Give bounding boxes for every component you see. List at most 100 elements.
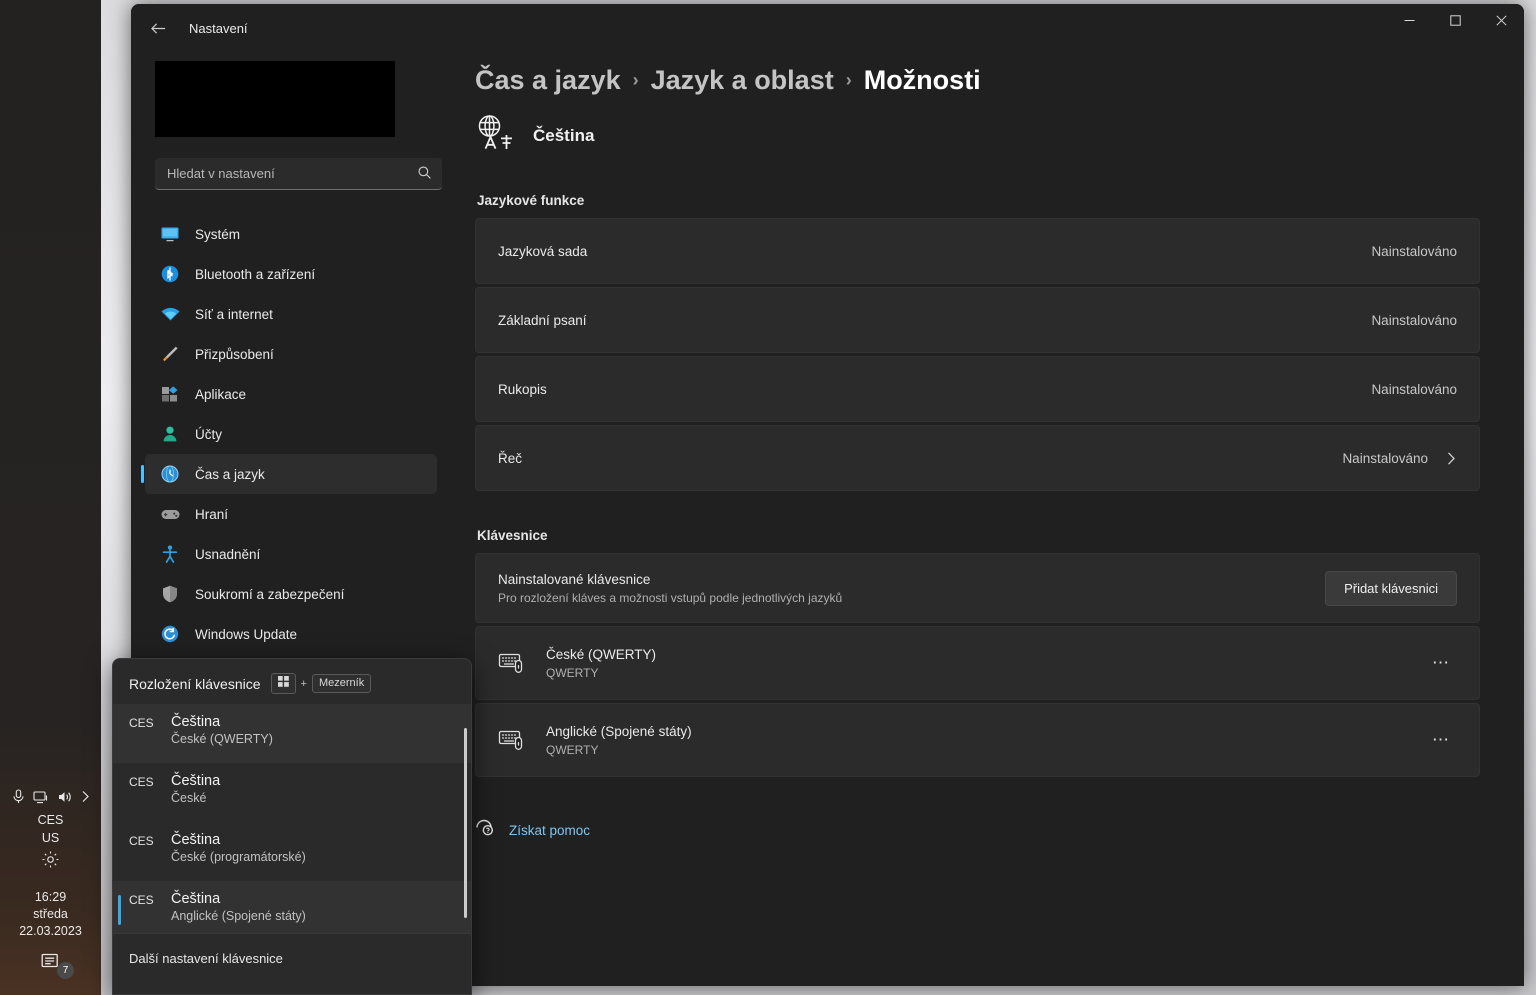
keyboard-layout: QWERTY [546, 743, 1425, 757]
display-icon[interactable] [33, 790, 49, 804]
option-language-code: CES [129, 714, 157, 730]
system-icon [159, 223, 181, 245]
keyboard-text: České (QWERTY) QWERTY [546, 647, 1425, 680]
keyboard-shortcut-hint: + Mezerník [271, 673, 372, 694]
sidebar-item-bluetooth[interactable]: Bluetooth a zařízení [145, 254, 437, 294]
bluetooth-icon [159, 263, 181, 285]
add-keyboard-button[interactable]: Přidat klávesnici [1325, 571, 1457, 606]
option-name: Čeština [171, 714, 273, 730]
keyboard-more-options-button[interactable]: ⋯ [1425, 725, 1457, 755]
flyout-scrollbar[interactable] [464, 728, 467, 918]
feature-status: Nainstalováno [1371, 313, 1457, 328]
tray-date[interactable]: 22.03.2023 [0, 923, 101, 939]
option-layout: České (QWERTY) [171, 732, 273, 746]
accessibility-icon [159, 543, 181, 565]
feature-label: Jazyková sada [498, 244, 1371, 259]
tray-language-code[interactable]: CES [0, 812, 101, 828]
keyboard-option-english-us[interactable]: CES Čeština Anglické (Spojené státy) [113, 881, 471, 933]
clock-globe-icon [159, 463, 181, 485]
keyboard-row-english-us: Anglické (Spojené státy) QWERTY ⋯ [475, 703, 1480, 777]
language-header: Čeština [475, 114, 1480, 157]
keyboard-name: České (QWERTY) [546, 647, 1425, 662]
breadcrumb-item-time-language[interactable]: Čas a jazyk [475, 65, 621, 96]
option-language-code: CES [129, 832, 157, 848]
option-layout: České (programátorské) [171, 850, 306, 864]
maximize-button[interactable] [1432, 4, 1478, 37]
gamepad-icon [159, 503, 181, 525]
plus-sign: + [301, 678, 307, 690]
keyboard-option-czech[interactable]: CES Čeština České [113, 763, 471, 822]
apps-icon [159, 383, 181, 405]
feature-row-language-pack: Jazyková sada Nainstalováno [475, 218, 1480, 284]
sidebar-item-time-language[interactable]: Čas a jazyk [145, 454, 437, 494]
notifications-icon[interactable] [0, 952, 101, 971]
feature-row-basic-typing: Základní psaní Nainstalováno [475, 287, 1480, 353]
keyboard-layout: QWERTY [546, 666, 1425, 680]
section-title-keyboards: Klávesnice [477, 528, 1480, 543]
more-keyboard-settings-link[interactable]: Další nastavení klávesnice [113, 933, 471, 991]
volume-icon[interactable] [57, 790, 73, 804]
minimize-button[interactable] [1386, 4, 1432, 37]
back-button[interactable] [141, 11, 175, 45]
installed-keyboards-subtitle: Pro rozložení kláves a možnosti vstupů p… [498, 591, 1325, 605]
get-help-link[interactable]: Získat pomoc [475, 818, 590, 842]
search-input[interactable] [155, 158, 442, 190]
update-icon [159, 623, 181, 645]
shield-icon [159, 583, 181, 605]
window-title: Nastavení [189, 21, 248, 36]
sidebar-item-label: Systém [195, 227, 240, 242]
microphone-icon[interactable] [12, 789, 25, 804]
user-profile-block[interactable] [155, 61, 395, 137]
feature-row-speech[interactable]: Řeč Nainstalováno [475, 425, 1480, 491]
help-icon [475, 818, 495, 842]
search-box [155, 158, 442, 190]
sidebar-item-label: Aplikace [195, 387, 246, 402]
close-button[interactable] [1478, 4, 1524, 37]
sidebar-item-gaming[interactable]: Hraní [145, 494, 437, 534]
keyboard-text: Anglické (Spojené státy) QWERTY [546, 724, 1425, 757]
feature-status: Nainstalováno [1371, 382, 1457, 397]
option-name: Čeština [171, 891, 306, 907]
notification-badge: 7 [57, 962, 74, 979]
breadcrumb-item-options: Možnosti [864, 65, 981, 96]
installed-keyboards-title: Nainstalované klávesnice [498, 572, 1325, 587]
account-icon [159, 423, 181, 445]
chevron-right-icon [1446, 451, 1457, 466]
keyboard-icon [498, 651, 528, 675]
tray-keyboard-code[interactable]: US [0, 830, 101, 846]
breadcrumb-item-language-region[interactable]: Jazyk a oblast [651, 65, 834, 96]
sidebar-item-apps[interactable]: Aplikace [145, 374, 437, 414]
section-title-language-features: Jazykové funkce [477, 193, 1480, 208]
chevron-right-icon[interactable] [81, 790, 90, 803]
title-bar: Nastavení [131, 4, 1524, 52]
installed-keyboards-text: Nainstalované klávesnice Pro rozložení k… [498, 572, 1325, 605]
breadcrumb: Čas a jazyk › Jazyk a oblast › Možnosti [475, 65, 1480, 96]
sidebar-item-system[interactable]: Systém [145, 214, 437, 254]
option-language-code: CES [129, 891, 157, 907]
sidebar-item-windows-update[interactable]: Windows Update [145, 614, 437, 654]
get-help-label: Získat pomoc [509, 823, 590, 838]
sidebar-item-label: Windows Update [195, 627, 297, 642]
option-name: Čeština [171, 832, 306, 848]
keyboard-more-options-button[interactable]: ⋯ [1425, 648, 1457, 678]
feature-status: Nainstalováno [1371, 244, 1457, 259]
sidebar-item-accounts[interactable]: Účty [145, 414, 437, 454]
keyboard-flyout-title: Rozložení klávesnice [129, 676, 261, 692]
option-language-code: CES [129, 773, 157, 789]
keyboard-option-czech-qwerty[interactable]: CES Čeština České (QWERTY) [113, 704, 471, 763]
keyboard-option-czech-programmers[interactable]: CES Čeština České (programátorské) [113, 822, 471, 881]
sidebar-item-network[interactable]: Síť a internet [145, 294, 437, 334]
installed-keyboards-row: Nainstalované klávesnice Pro rozložení k… [475, 553, 1480, 623]
tray-day[interactable]: středa [0, 906, 101, 922]
tray-clock[interactable]: 16:29 [0, 889, 101, 905]
sidebar-item-label: Hraní [195, 507, 228, 522]
sidebar-item-personalization[interactable]: Přizpůsobení [145, 334, 437, 374]
windows-key-icon [271, 673, 296, 694]
option-text: Čeština České (programátorské) [171, 832, 306, 864]
feature-label: Základní psaní [498, 313, 1371, 328]
option-name: Čeština [171, 773, 220, 789]
sidebar-item-privacy[interactable]: Soukromí a zabezpečení [145, 574, 437, 614]
sidebar-item-accessibility[interactable]: Usnadnění [145, 534, 437, 574]
window-controls [1386, 4, 1524, 37]
gear-icon[interactable] [0, 850, 101, 874]
